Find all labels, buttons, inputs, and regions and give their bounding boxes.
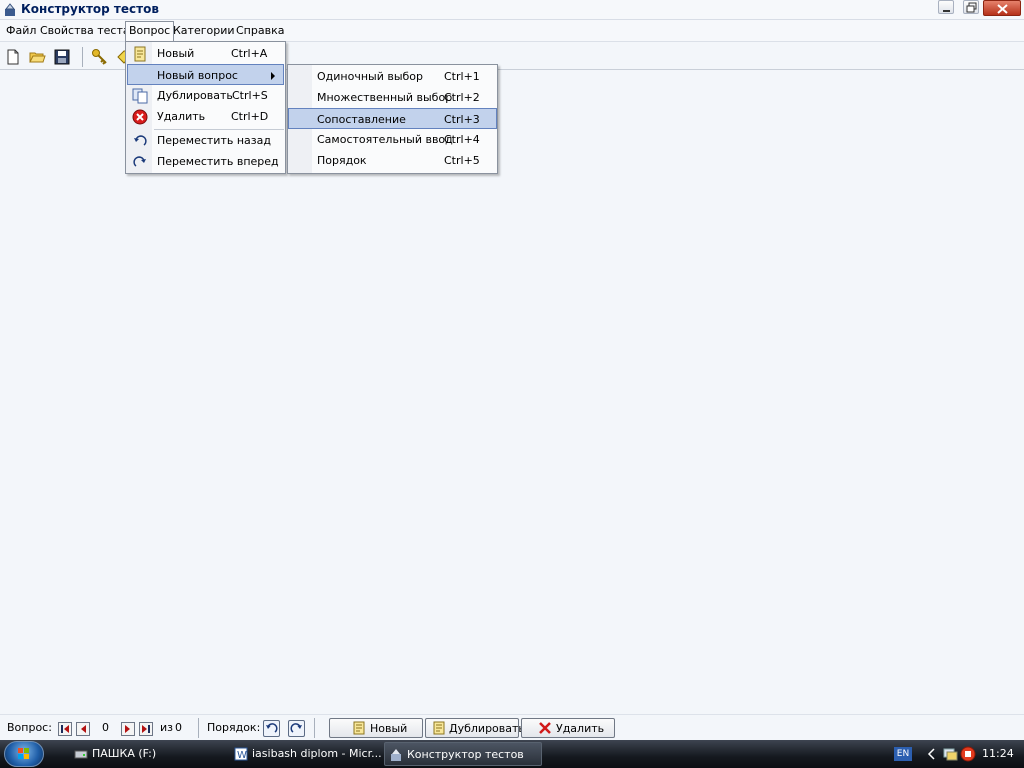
current-question-number: 0 [102, 721, 109, 734]
clock[interactable]: 11:24 [982, 747, 1014, 760]
last-question-button[interactable] [139, 722, 153, 736]
menu-item-move-back[interactable]: Переместить назад [127, 130, 284, 151]
menu-test-properties[interactable]: Свойства теста [37, 21, 133, 41]
antivirus-icon[interactable] [960, 746, 976, 762]
task-drive[interactable]: ПАШКА (F:) [70, 742, 220, 766]
last-icon [142, 725, 150, 733]
statusbar-separator [198, 718, 199, 738]
new-question-submenu: Одиночный выбор Ctrl+1 Множественный выб… [287, 64, 498, 174]
next-question-button[interactable] [121, 722, 135, 736]
first-icon [61, 725, 69, 733]
menu-item-delete[interactable]: Удалить Ctrl+D [127, 106, 284, 127]
new-file-icon[interactable] [4, 48, 22, 66]
submenu-item-matching[interactable]: Сопоставление Ctrl+3 [288, 108, 497, 129]
previous-icon [81, 725, 86, 733]
task-test-builder[interactable]: Конструктор тестов [384, 742, 542, 766]
redo-arrow-icon [290, 723, 302, 733]
close-button[interactable] [983, 0, 1021, 16]
window-title: Конструктор тестов [21, 2, 159, 16]
note-icon [433, 721, 445, 735]
word-icon: W [234, 747, 248, 761]
app-icon [4, 3, 16, 16]
statusbar-separator [314, 718, 315, 738]
question-menu: Новый Ctrl+A Новый вопрос Дублировать Ct… [125, 41, 286, 174]
move-forward-button[interactable] [288, 720, 305, 737]
question-navigation-bar: Вопрос: 0 из 0 Порядок: Новый Дублироват… [0, 714, 1024, 740]
minimize-button[interactable] [938, 0, 954, 14]
previous-question-button[interactable] [76, 722, 90, 736]
system-tray: EN 11:24 [888, 742, 1024, 766]
title-bar: Конструктор тестов [0, 0, 1024, 20]
duplicate-question-button[interactable]: Дублировать [425, 718, 525, 738]
submenu-item-order[interactable]: Порядок Ctrl+5 [289, 150, 496, 171]
delete-x-icon [539, 722, 551, 734]
restore-button[interactable] [963, 0, 979, 14]
menu-item-new-question[interactable]: Новый вопрос [127, 64, 284, 85]
redo-arrow-icon [133, 156, 146, 167]
undo-arrow-icon [134, 135, 147, 146]
menu-file[interactable]: Файл [3, 21, 39, 41]
copy-icon [132, 88, 148, 104]
svg-text:W: W [237, 750, 247, 761]
menu-item-move-forward[interactable]: Переместить вперед [127, 151, 284, 172]
undo-arrow-icon [266, 723, 278, 733]
submenu-item-free-input[interactable]: Самостоятельный ввод Ctrl+4 [289, 129, 496, 150]
app-icon [391, 749, 401, 761]
note-icon [134, 46, 146, 62]
show-hidden-icons-icon[interactable] [926, 748, 936, 760]
open-folder-icon[interactable] [28, 48, 46, 66]
menu-categories[interactable]: Категории [170, 21, 238, 41]
toolbar-separator [82, 47, 83, 67]
menu-help[interactable]: Справка [233, 21, 287, 41]
save-icon[interactable] [53, 48, 71, 66]
next-icon [125, 725, 130, 733]
submenu-item-multiple-choice[interactable]: Множественный выбор Ctrl+2 [289, 87, 496, 108]
first-question-button[interactable] [58, 722, 72, 736]
move-back-button[interactable] [263, 720, 280, 737]
note-icon [353, 721, 365, 735]
start-button[interactable] [4, 741, 44, 767]
taskbar: ПАШКА (F:) W iasibash diplom - Micr... К… [0, 740, 1024, 768]
task-word-document[interactable]: W iasibash diplom - Micr... [230, 742, 382, 766]
menu-question[interactable]: Вопрос [125, 21, 175, 41]
menu-item-duplicate[interactable]: Дублировать Ctrl+S [127, 85, 284, 106]
new-question-button[interactable]: Новый [329, 718, 423, 738]
windows-logo-icon [18, 748, 29, 759]
delete-icon [132, 109, 148, 125]
order-label: Порядок: [207, 721, 261, 734]
submenu-arrow-icon [271, 72, 275, 80]
network-icon[interactable] [942, 746, 958, 762]
language-indicator[interactable]: EN [894, 747, 912, 761]
key-icon[interactable] [91, 48, 109, 66]
question-label: Вопрос: [7, 721, 52, 734]
submenu-item-single-choice[interactable]: Одиночный выбор Ctrl+1 [289, 66, 496, 87]
drive-icon [74, 750, 88, 759]
of-label: из [160, 721, 173, 734]
total-questions: 0 [175, 721, 182, 734]
menu-item-new[interactable]: Новый Ctrl+A [127, 43, 284, 64]
delete-question-button[interactable]: Удалить [521, 718, 615, 738]
menu-bar: Файл Свойства теста Вопрос Категории Спр… [0, 20, 1024, 42]
